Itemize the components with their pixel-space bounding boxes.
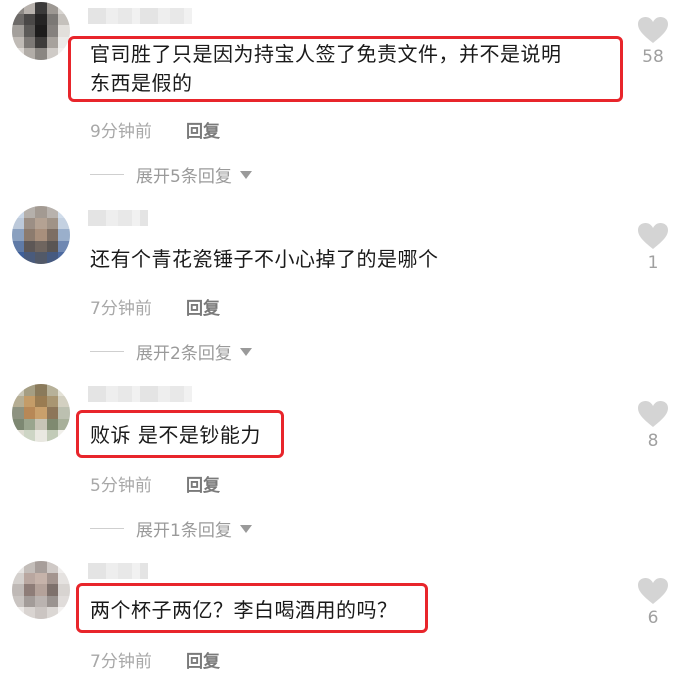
comment-time: 7分钟前 <box>90 652 152 672</box>
expand-replies-label: 展开2条回复 <box>136 344 232 364</box>
comment-time: 7分钟前 <box>90 299 152 319</box>
divider-line <box>90 528 124 529</box>
like-button[interactable]: 6 <box>636 577 670 628</box>
comment-text-line: 官司胜了只是因为持宝人签了免责文件，并不是说明 <box>90 42 562 66</box>
like-count: 6 <box>647 608 659 628</box>
expand-replies-button[interactable]: 展开5条回复 <box>90 162 252 187</box>
heart-icon <box>638 401 668 427</box>
expand-replies-label: 展开1条回复 <box>136 521 232 541</box>
avatar[interactable] <box>12 2 70 60</box>
divider-line <box>90 174 124 175</box>
comment-time: 9分钟前 <box>90 122 152 142</box>
expand-replies-label: 展开5条回复 <box>136 167 232 187</box>
username[interactable] <box>88 210 148 226</box>
expand-replies-button[interactable]: 展开1条回复 <box>90 516 252 541</box>
heart-icon <box>638 578 668 604</box>
expand-replies-button[interactable]: 展开2条回复 <box>90 339 252 364</box>
like-button[interactable]: 58 <box>636 16 670 67</box>
heart-icon <box>638 223 668 249</box>
comment-text: 败诉 是不是钞能力 <box>90 421 261 450</box>
like-count: 8 <box>647 431 659 451</box>
username[interactable] <box>88 386 192 402</box>
username[interactable] <box>88 8 192 24</box>
heart-icon <box>638 17 668 43</box>
triangle-down-icon <box>239 170 252 179</box>
like-count: 1 <box>647 253 659 273</box>
reply-button[interactable]: 回复 <box>186 117 220 142</box>
reply-button[interactable]: 回复 <box>186 294 220 319</box>
comment-text-line: 败诉 是不是钞能力 <box>90 423 261 447</box>
username[interactable] <box>88 563 148 579</box>
divider-line <box>90 351 124 352</box>
triangle-down-icon <box>239 524 252 533</box>
like-button[interactable]: 1 <box>636 222 670 273</box>
triangle-down-icon <box>239 347 252 356</box>
comment-text: 官司胜了只是因为持宝人签了免责文件，并不是说明 东西是假的 <box>90 40 562 98</box>
comment-time: 5分钟前 <box>90 476 152 496</box>
reply-button[interactable]: 回复 <box>186 647 220 672</box>
comment-text: 两个杯子两亿？李白喝酒用的吗？ <box>90 596 398 625</box>
comment-text-line: 还有个青花瓷锤子不小心掉了的是哪个 <box>90 247 439 271</box>
avatar[interactable] <box>12 561 70 619</box>
like-count: 58 <box>642 47 664 67</box>
like-button[interactable]: 8 <box>636 400 670 451</box>
avatar[interactable] <box>12 384 70 442</box>
reply-button[interactable]: 回复 <box>186 471 220 496</box>
comment-text-line: 东西是假的 <box>90 71 193 95</box>
comment-text: 还有个青花瓷锤子不小心掉了的是哪个 <box>90 245 439 274</box>
comment-text-line: 两个杯子两亿？李白喝酒用的吗？ <box>90 598 398 622</box>
avatar[interactable] <box>12 206 70 264</box>
